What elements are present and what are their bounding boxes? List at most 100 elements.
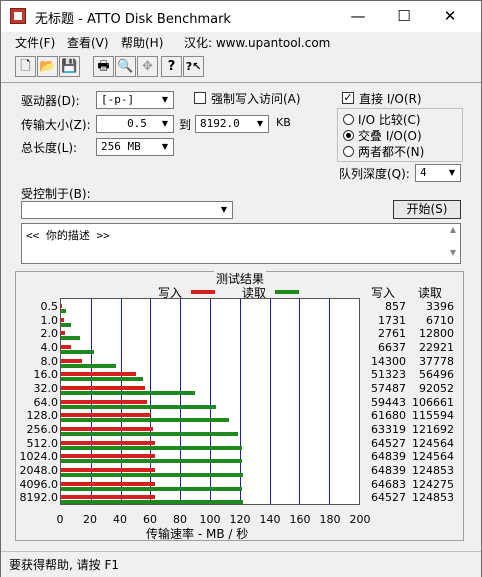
toolbar-divider — [1, 82, 481, 83]
menu-view[interactable]: 查看(V) — [67, 34, 109, 51]
chart-gridline — [299, 299, 300, 504]
overlap-io-radio[interactable] — [343, 130, 354, 141]
description-textarea[interactable]: << 你的描述 >> ▲ ▼ — [21, 223, 461, 264]
io-compare-label: I/O 比较(C) — [358, 113, 421, 127]
drive-select[interactable]: [-p-] ▼ — [96, 91, 174, 109]
force-write-checkbox[interactable] — [194, 92, 206, 104]
block-size-label: 16.0 — [33, 368, 59, 382]
maximize-button[interactable]: ☐ — [381, 1, 427, 32]
legend-write-swatch — [191, 290, 215, 294]
write-value: 51323 — [371, 368, 406, 382]
queue-depth-label: 队列深度(Q): — [339, 167, 410, 181]
read-bar — [61, 418, 230, 423]
x-tick-label: 20 — [83, 513, 97, 526]
read-value: 92052 — [419, 382, 454, 395]
write-value: 64683 — [371, 477, 406, 491]
close-button[interactable]: ✕ — [427, 1, 473, 32]
direct-io-checkbox[interactable]: ✓ — [342, 92, 354, 104]
block-size-label: 8.0 — [40, 354, 59, 368]
print-preview-icon[interactable]: 🔍 — [115, 56, 136, 77]
controlled-by-label: 受控制于(B): — [21, 187, 91, 201]
write-value: 64527 — [371, 436, 406, 450]
menu-help[interactable]: 帮助(H) — [121, 34, 163, 51]
queue-depth-select[interactable]: 4 ▼ — [415, 164, 461, 182]
drive-label: 驱动器(D): — [21, 94, 80, 108]
move-icon[interactable]: ✥ — [137, 56, 158, 77]
block-size-label: 512.0 — [26, 436, 59, 450]
chevron-down-icon: ▼ — [216, 202, 232, 218]
block-size-label: 128.0 — [26, 409, 59, 423]
menu-localized-link[interactable]: 汉化: www.upantool.com — [184, 34, 330, 51]
write-value: 57487 — [371, 382, 406, 395]
transfer-from-select[interactable]: 0.5 ▼ — [96, 115, 174, 133]
read-value: 124564 — [412, 450, 454, 464]
read-value: 124275 — [412, 477, 454, 491]
total-length-select[interactable]: 256 MB ▼ — [96, 138, 174, 156]
minimize-button[interactable]: — — [335, 1, 381, 32]
transfer-to-value: 8192.0 — [200, 117, 240, 130]
force-write-label: 强制写入访问(A) — [211, 92, 301, 106]
block-size-label: 1024.0 — [19, 450, 59, 464]
x-tick-label: 40 — [113, 513, 127, 526]
help-icon[interactable]: ? — [161, 56, 182, 77]
description-text: << 你的描述 >> — [26, 229, 110, 242]
read-value: 12800 — [419, 327, 454, 341]
status-text: 要获得帮助, 请按 F1 — [9, 558, 119, 572]
write-value: 64839 — [371, 464, 406, 477]
read-bar — [61, 350, 95, 354]
write-bar — [61, 468, 156, 472]
new-file-icon[interactable]: 🗋 — [15, 56, 36, 77]
save-icon[interactable]: 💾 — [59, 56, 80, 77]
legend-read-swatch — [275, 290, 299, 294]
app-window: 无标题 - ATTO Disk Benchmark — ☐ ✕ 文件(F) 查看… — [0, 0, 482, 577]
read-value: 124853 — [412, 491, 454, 505]
context-help-icon[interactable]: ?↖ — [183, 56, 204, 77]
read-value: 106661 — [412, 395, 454, 409]
write-bar — [61, 372, 136, 377]
read-bar — [61, 404, 217, 409]
neither-label: 两者都不(N) — [358, 145, 425, 159]
read-bar — [61, 459, 243, 464]
block-size-label: 32.0 — [33, 382, 59, 395]
menu-file[interactable]: 文件(F) — [15, 34, 55, 51]
read-value: 6710 — [426, 313, 454, 327]
start-button[interactable]: 开始(S) — [393, 200, 461, 219]
chevron-down-icon: ▼ — [444, 165, 460, 181]
block-size-label: 4.0 — [40, 341, 59, 354]
chevron-down-icon: ▼ — [157, 92, 173, 108]
io-compare-radio[interactable] — [343, 114, 354, 125]
description-scrollbar[interactable]: ▲ ▼ — [447, 225, 459, 262]
total-length-label: 总长度(L): — [21, 141, 78, 155]
write-value: 14300 — [371, 354, 406, 368]
chart-gridline — [329, 299, 330, 504]
x-axis-label: 传输速率 - MB / 秒 — [146, 527, 249, 541]
chart-gridline — [270, 299, 271, 504]
read-value: 56496 — [419, 368, 454, 382]
read-value: 22921 — [419, 341, 454, 354]
open-folder-icon[interactable]: 📂 — [37, 56, 58, 77]
direct-io-label: 直接 I/O(R) — [359, 92, 422, 106]
write-bar — [61, 495, 155, 500]
write-bar — [61, 481, 156, 486]
write-bar — [61, 317, 64, 322]
write-value: 64839 — [371, 450, 406, 464]
io-mode-group: I/O 比较(C) 交叠 I/O(O) 两者都不(N) — [337, 108, 463, 162]
status-bar: 要获得帮助, 请按 F1 — [1, 551, 481, 577]
neither-radio[interactable] — [343, 146, 354, 157]
read-value: 124564 — [412, 436, 454, 450]
write-value: 857 — [385, 300, 406, 313]
x-tick-label: 140 — [259, 513, 281, 526]
overlap-io-label: 交叠 I/O(O) — [358, 129, 422, 143]
block-size-label: 0.5 — [40, 300, 59, 313]
read-bar — [61, 432, 239, 436]
read-value: 3396 — [426, 300, 454, 313]
print-icon[interactable]: 🖶 — [93, 56, 114, 77]
chart-plot-area — [60, 298, 360, 505]
kb-unit-label: KB — [276, 116, 291, 129]
drive-value: [-p-] — [101, 93, 135, 106]
controlled-by-select[interactable]: ▼ — [21, 201, 233, 219]
write-bar — [61, 399, 148, 404]
write-value: 6637 — [378, 341, 406, 354]
transfer-to-select[interactable]: 8192.0 ▼ — [195, 115, 269, 133]
write-value: 1731 — [378, 313, 406, 327]
